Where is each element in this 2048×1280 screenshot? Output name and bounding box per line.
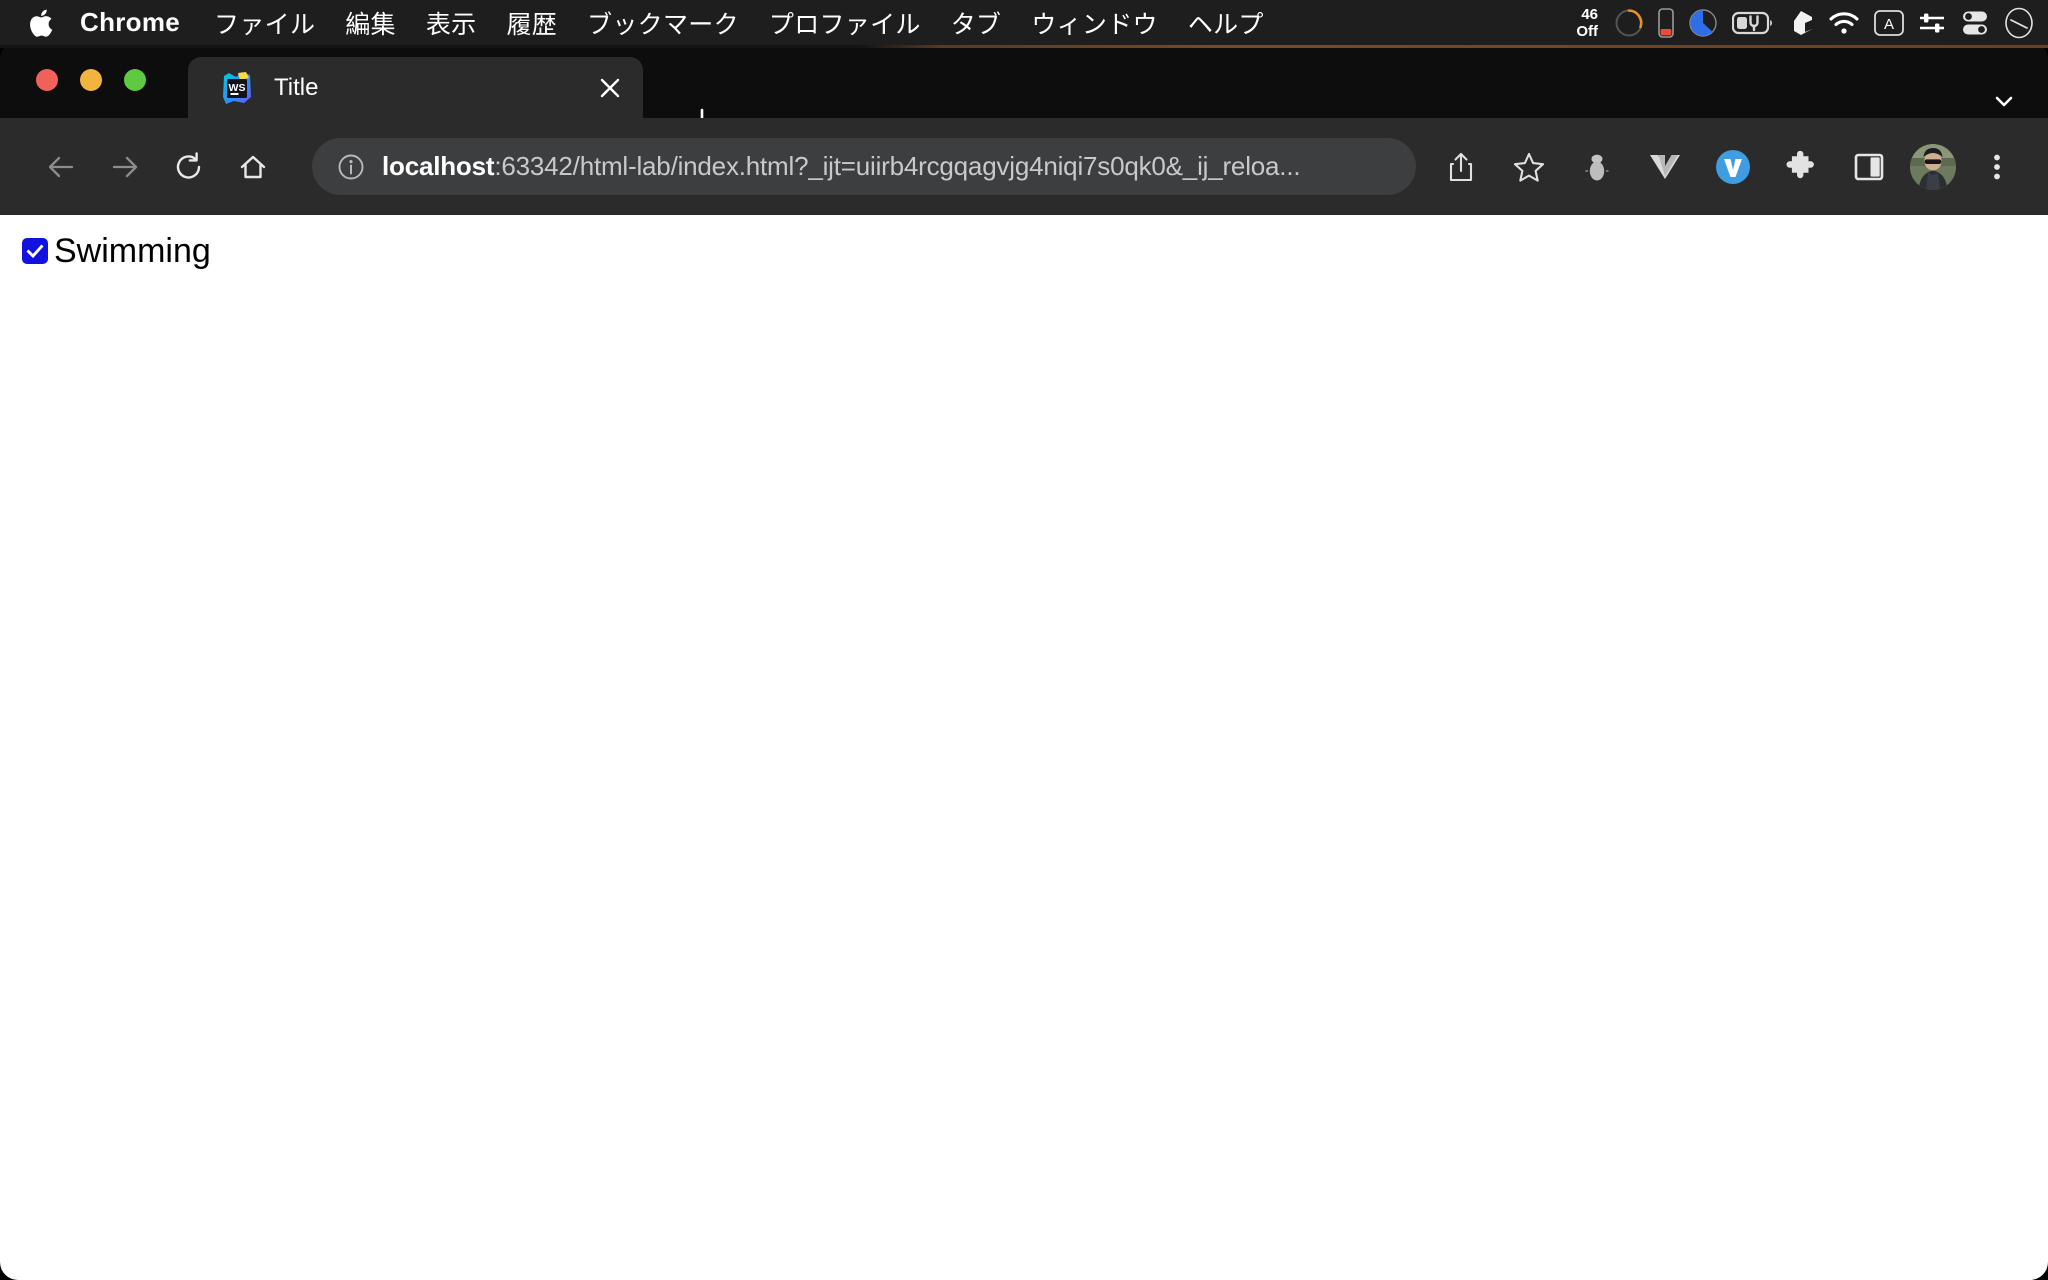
menu-item-file[interactable]: ファイル <box>214 5 315 41</box>
window-traffic-lights <box>36 69 146 91</box>
zoom-window-button[interactable] <box>124 69 146 91</box>
status-counter-value: 46 <box>1581 5 1598 23</box>
tab-title: Title <box>274 73 319 101</box>
browser-toolbar: localhost:63342/html-lab/index.html?_ijt… <box>0 118 2048 215</box>
avatar[interactable] <box>1910 143 1956 190</box>
apple-logo-icon[interactable] <box>28 7 54 39</box>
chrome-browser-window: WS Title localhost:63342/html-lab/index.… <box>0 43 2048 1280</box>
dropbox-icon[interactable] <box>1788 9 1814 37</box>
menu-item-profiles[interactable]: プロファイル <box>769 5 921 41</box>
battery-low-indicator-icon[interactable] <box>1658 7 1674 38</box>
address-bar-path: :63342/html-lab/index.html?_ijt=uiirb4rc… <box>494 151 1301 181</box>
address-bar[interactable]: localhost:63342/html-lab/index.html?_ijt… <box>312 138 1416 195</box>
side-panel-icon[interactable] <box>1842 140 1896 194</box>
menu-item-help[interactable]: ヘルプ <box>1188 5 1264 41</box>
three-dot-menu-icon[interactable] <box>1970 140 2024 194</box>
control-sliders-icon[interactable] <box>1918 10 1946 36</box>
menu-item-history[interactable]: 履歴 <box>506 5 557 41</box>
menu-item-window[interactable]: ウィンドウ <box>1031 5 1158 41</box>
checkbox-row: Swimming <box>22 234 2048 268</box>
macos-menu-bar: Chrome ファイル 編集 表示 履歴 ブックマーク プロファイル タブ ウィ… <box>0 0 2048 45</box>
share-icon[interactable] <box>1434 140 1488 194</box>
close-window-button[interactable] <box>36 69 58 91</box>
info-circle-icon[interactable] <box>336 152 366 182</box>
menu-item-edit[interactable]: 編集 <box>345 5 396 41</box>
home-icon[interactable] <box>226 140 280 194</box>
menu-item-chrome[interactable]: Chrome <box>80 7 180 38</box>
status-counter-state: Off <box>1576 22 1598 40</box>
minimize-window-button[interactable] <box>80 69 102 91</box>
activity-ring-icon[interactable] <box>1614 8 1644 38</box>
arrow-left-icon[interactable] <box>34 140 88 194</box>
toggle-switches-icon[interactable] <box>1960 10 1990 36</box>
menu-bar-status-area: 46 Off A <box>1576 0 2048 45</box>
address-bar-url: localhost:63342/html-lab/index.html?_ijt… <box>382 151 1394 182</box>
vimium-icon[interactable] <box>1706 140 1760 194</box>
siri-icon[interactable] <box>2004 7 2034 39</box>
mouse-extension-icon[interactable] <box>1570 140 1624 194</box>
svg-text:WS: WS <box>229 82 246 94</box>
webstorm-icon: WS <box>220 71 254 105</box>
swimming-checkbox-label[interactable]: Swimming <box>54 234 211 268</box>
svg-text:A: A <box>1884 16 1894 33</box>
status-counter[interactable]: 46 Off <box>1576 6 1598 40</box>
swimming-checkbox[interactable] <box>22 238 48 264</box>
menu-bar-divider <box>0 45 2048 48</box>
reload-icon[interactable] <box>162 140 216 194</box>
menu-item-view[interactable]: 表示 <box>426 5 477 41</box>
page-viewport: Swimming <box>0 215 2048 1280</box>
vue-devtools-icon[interactable] <box>1638 140 1692 194</box>
input-source-a-icon[interactable]: A <box>1874 9 1904 36</box>
chevron-down-icon[interactable] <box>1982 79 2026 123</box>
checkmark-icon <box>26 244 44 259</box>
puzzle-extensions-icon[interactable] <box>1774 140 1828 194</box>
battery-charging-icon[interactable] <box>1732 10 1774 36</box>
arrow-right-icon[interactable] <box>98 140 152 194</box>
focus-pie-icon[interactable] <box>1688 8 1718 38</box>
toolbar-actions <box>1434 140 2030 194</box>
menu-item-bookmarks[interactable]: ブックマーク <box>587 5 739 41</box>
browser-tab[interactable]: WS Title <box>188 57 643 118</box>
menu-item-tab[interactable]: タブ <box>951 5 1002 41</box>
star-icon[interactable] <box>1502 140 1556 194</box>
tab-strip: WS Title <box>0 43 2048 134</box>
address-bar-host: localhost <box>382 151 495 181</box>
close-icon[interactable] <box>591 69 629 107</box>
wifi-icon[interactable] <box>1828 11 1860 35</box>
